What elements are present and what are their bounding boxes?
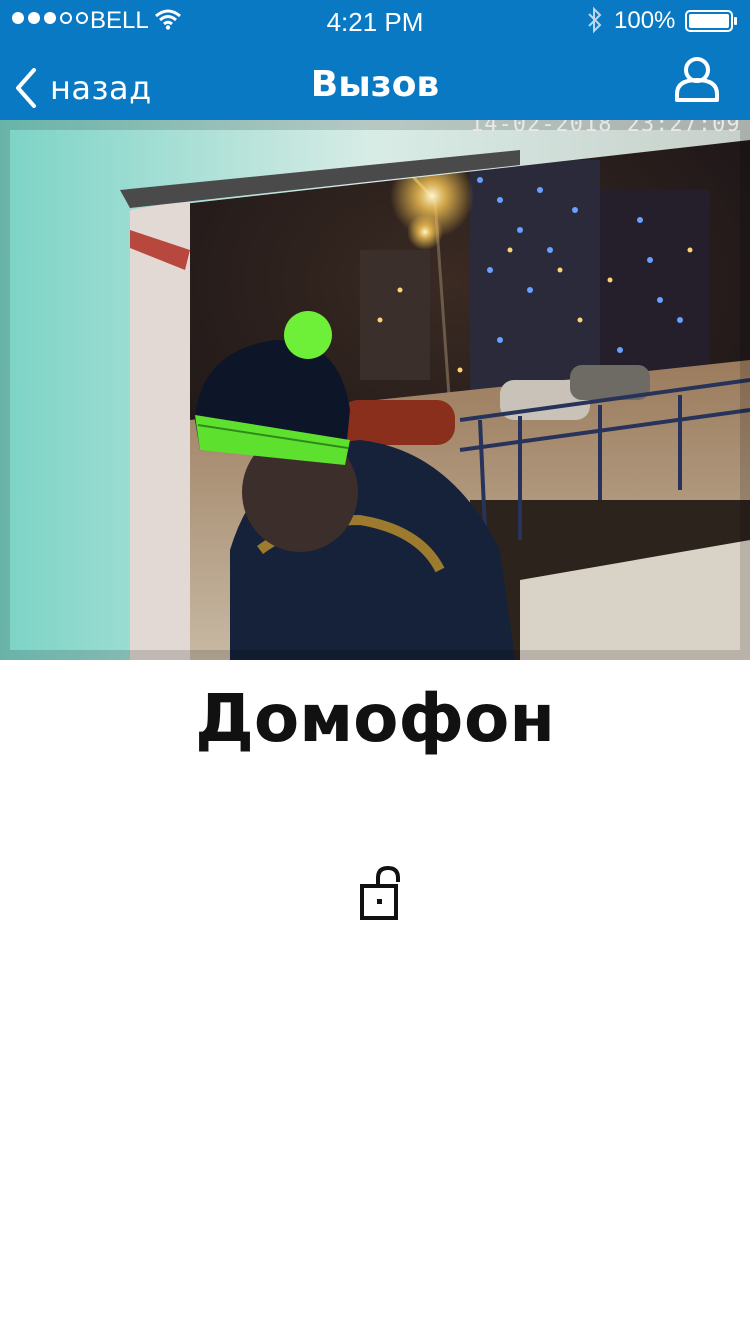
battery-icon <box>685 10 739 39</box>
intercom-name: Домофон <box>195 680 555 757</box>
user-icon[interactable] <box>672 54 722 104</box>
back-button-label: назад <box>50 69 152 107</box>
unlock-icon[interactable] <box>350 862 410 926</box>
app-header: BELL 4:21 PM 100% назад Вызов <box>0 0 750 120</box>
intercom-video-feed: 14-02-2018 23:27:09 <box>0 120 750 660</box>
navigation-bar: назад Вызов <box>0 40 750 120</box>
video-timestamp: 14-02-2018 23:27:09 <box>470 120 741 137</box>
wifi-icon <box>154 8 182 37</box>
carrier-name: BELL <box>90 7 149 34</box>
back-button[interactable]: назад <box>14 68 152 108</box>
signal-strength-icon <box>12 12 88 24</box>
battery-percentage: 100% <box>614 7 676 34</box>
bluetooth-icon <box>585 6 605 41</box>
camera-image <box>0 120 750 660</box>
status-bar: BELL 4:21 PM 100% <box>0 0 750 40</box>
chevron-left-icon <box>16 68 36 108</box>
